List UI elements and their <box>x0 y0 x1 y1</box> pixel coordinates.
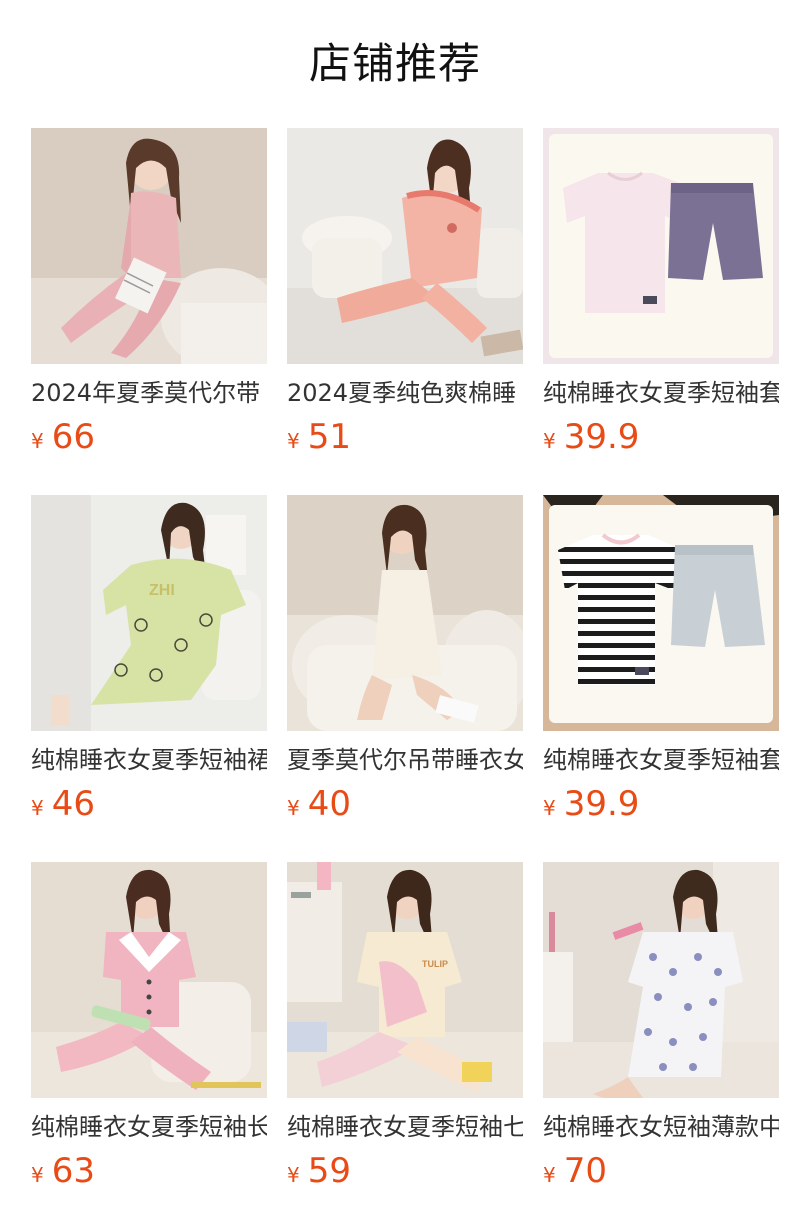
product-image[interactable] <box>287 495 523 731</box>
product-card[interactable]: 纯棉睡衣女夏季短袖套 ¥39.9 <box>543 128 779 471</box>
product-name[interactable]: 纯棉睡衣女短袖薄款中 <box>543 1111 779 1143</box>
product-image[interactable] <box>31 128 267 364</box>
product-image[interactable] <box>287 128 523 364</box>
svg-text:TULIP: TULIP <box>422 959 448 969</box>
product-card[interactable]: 2024夏季纯色爽棉睡 ¥51 <box>287 128 523 471</box>
currency-symbol: ¥ <box>31 796 44 820</box>
product-price: ¥66 <box>31 417 267 457</box>
product-grid: 2024年夏季莫代尔带 ¥66 2024夏季纯色爽棉睡 ¥ 51 纯棉睡衣女夏季… <box>31 128 790 1230</box>
product-price: ¥39.9 <box>543 784 779 824</box>
product-name[interactable]: 纯棉睡衣女夏季短袖长 <box>31 1111 267 1143</box>
product-card[interactable]: 纯棉睡衣女短袖薄款中 ¥70 <box>543 862 779 1205</box>
product-name[interactable]: 纯棉睡衣女夏季短袖套 <box>543 744 779 776</box>
product-image[interactable] <box>543 862 779 1098</box>
product-image[interactable] <box>31 862 267 1098</box>
product-image[interactable]: ZHI <box>31 495 267 731</box>
product-price: ¥63 <box>31 1151 267 1191</box>
currency-symbol: ¥ <box>31 429 44 453</box>
store-recommend-header: 店铺推荐 <box>0 0 790 128</box>
product-image[interactable] <box>543 495 779 731</box>
product-card[interactable]: 纯棉睡衣女夏季短袖套 ¥39.9 <box>543 495 779 838</box>
currency-symbol: ¥ <box>287 429 300 453</box>
product-price: ¥51 <box>287 417 523 457</box>
product-name[interactable]: 夏季莫代尔吊带睡衣女 <box>287 744 523 776</box>
product-price: ¥46 <box>31 784 267 824</box>
svg-text:ZHI: ZHI <box>149 582 175 599</box>
product-price: ¥59 <box>287 1151 523 1191</box>
price-amount: 39.9 <box>563 784 640 824</box>
product-name[interactable]: 2024夏季纯色爽棉睡 <box>287 377 523 409</box>
price-amount: 39.9 <box>563 417 640 457</box>
product-card[interactable]: TULIP 纯棉睡衣女夏季短袖七 ¥59 <box>287 862 523 1205</box>
product-card[interactable]: 纯棉睡衣女夏季短袖长 ¥63 <box>31 862 267 1205</box>
product-card[interactable]: 2024年夏季莫代尔带 ¥66 <box>31 128 267 471</box>
product-name[interactable]: 纯棉睡衣女夏季短袖七 <box>287 1111 523 1143</box>
price-amount: 70 <box>563 1151 607 1191</box>
currency-symbol: ¥ <box>287 1163 300 1187</box>
price-amount: 46 <box>51 784 95 824</box>
product-price: ¥70 <box>543 1151 779 1191</box>
price-amount: 59 <box>307 1151 351 1191</box>
product-card[interactable]: 夏季莫代尔吊带睡衣女 ¥40 <box>287 495 523 838</box>
price-amount: 40 <box>307 784 351 824</box>
currency-symbol: ¥ <box>543 429 556 453</box>
product-price: ¥39.9 <box>543 417 779 457</box>
price-amount: 51 <box>307 417 351 457</box>
price-amount: 63 <box>51 1151 95 1191</box>
currency-symbol: ¥ <box>543 1163 556 1187</box>
product-card[interactable]: ZHI 纯棉睡衣女夏季短袖裙 ¥46 <box>31 495 267 838</box>
product-name[interactable]: 纯棉睡衣女夏季短袖裙 <box>31 744 267 776</box>
price-amount: 66 <box>51 417 95 457</box>
section-title: 店铺推荐 <box>308 39 481 88</box>
product-image[interactable] <box>543 128 779 364</box>
currency-symbol: ¥ <box>287 796 300 820</box>
product-name[interactable]: 纯棉睡衣女夏季短袖套 <box>543 377 779 409</box>
currency-symbol: ¥ <box>543 796 556 820</box>
product-price: ¥40 <box>287 784 523 824</box>
product-name[interactable]: 2024年夏季莫代尔带 <box>31 377 267 409</box>
currency-symbol: ¥ <box>31 1163 44 1187</box>
product-image[interactable]: TULIP <box>287 862 523 1098</box>
